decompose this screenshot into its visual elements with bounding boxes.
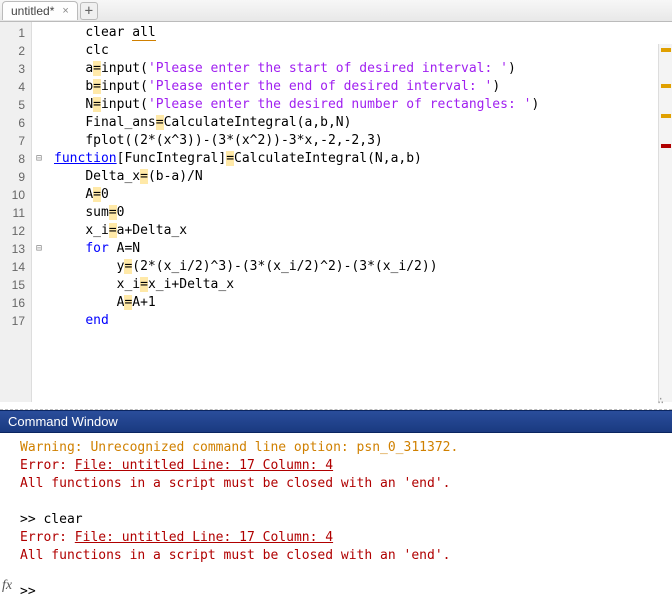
line-number: 2 — [0, 42, 25, 60]
lint-marker-warn[interactable] — [661, 84, 671, 88]
code-line[interactable]: x_i=a+Delta_x — [54, 222, 672, 240]
fold-spacer — [32, 312, 46, 330]
line-number: 17 — [0, 312, 25, 330]
close-icon[interactable]: × — [60, 5, 70, 17]
fold-spacer — [32, 96, 46, 114]
line-number: 3 — [0, 60, 25, 78]
console-line: Error: File: untitled Line: 17 Column: 4 — [20, 529, 668, 547]
fold-spacer — [32, 42, 46, 60]
line-number: 16 — [0, 294, 25, 312]
line-number: 7 — [0, 132, 25, 150]
code-line[interactable]: for A=N — [54, 240, 672, 258]
fold-column: ⊟⊟ — [32, 22, 46, 402]
line-number: 5 — [0, 96, 25, 114]
console-line: >> — [20, 583, 668, 601]
line-number: 4 — [0, 78, 25, 96]
line-number: 13 — [0, 240, 25, 258]
error-link[interactable]: File: untitled Line: 17 Column: 4 — [75, 530, 333, 545]
code-line[interactable]: clc — [54, 42, 672, 60]
code-line[interactable]: a=input('Please enter the start of desir… — [54, 60, 672, 78]
fold-spacer — [32, 204, 46, 222]
line-number: 10 — [0, 186, 25, 204]
code-line[interactable]: Delta_x=(b-a)/N — [54, 168, 672, 186]
fold-spacer — [32, 276, 46, 294]
code-line[interactable]: y=(2*(x_i/2)^3)-(3*(x_i/2)^2)-(3*(x_i/2)… — [54, 258, 672, 276]
fold-spacer — [32, 258, 46, 276]
fx-icon[interactable]: fx — [2, 577, 12, 595]
line-number: 15 — [0, 276, 25, 294]
fold-spacer — [32, 294, 46, 312]
fold-spacer — [32, 186, 46, 204]
fold-spacer — [32, 222, 46, 240]
editor-tab-untitled[interactable]: untitled* × — [2, 1, 78, 20]
fold-spacer — [32, 132, 46, 150]
line-number: 6 — [0, 114, 25, 132]
command-window[interactable]: fx Warning: Unrecognized command line op… — [0, 433, 672, 603]
line-number: 11 — [0, 204, 25, 222]
command-window-header[interactable]: Command Window — [0, 410, 672, 433]
fold-spacer — [32, 78, 46, 96]
line-number: 8 — [0, 150, 25, 168]
code-line[interactable]: N=input('Please enter the desired number… — [54, 96, 672, 114]
code-line[interactable]: sum=0 — [54, 204, 672, 222]
console-line: Warning: Unrecognized command line optio… — [20, 439, 668, 457]
line-number-gutter: 1234567891011121314151617 — [0, 22, 32, 402]
console-line: Error: File: untitled Line: 17 Column: 4 — [20, 457, 668, 475]
code-line[interactable]: b=input('Please enter the end of desired… — [54, 78, 672, 96]
pane-splitter[interactable]: ∴ — [0, 402, 672, 410]
add-tab-button[interactable]: + — [80, 2, 98, 20]
error-link[interactable]: File: untitled Line: 17 Column: 4 — [75, 458, 333, 473]
fold-toggle-icon[interactable]: ⊟ — [32, 240, 46, 258]
console-line — [20, 493, 668, 511]
fold-spacer — [32, 168, 46, 186]
console-line — [20, 565, 668, 583]
lint-marker-error[interactable] — [661, 144, 671, 148]
console-line: All functions in a script must be closed… — [20, 547, 668, 565]
code-line[interactable]: A=0 — [54, 186, 672, 204]
code-line[interactable]: x_i=x_i+Delta_x — [54, 276, 672, 294]
tab-title: untitled* — [11, 4, 54, 18]
line-number: 14 — [0, 258, 25, 276]
command-window-title: Command Window — [8, 414, 118, 429]
fold-toggle-icon[interactable]: ⊟ — [32, 150, 46, 168]
code-line[interactable]: fplot((2*(x^3))-(3*(x^2))-3*x,-2,-2,3) — [54, 132, 672, 150]
lint-marker-warn[interactable] — [661, 114, 671, 118]
grip-icon: ∴ — [657, 394, 662, 407]
line-number: 9 — [0, 168, 25, 186]
code-editor[interactable]: 1234567891011121314151617 ⊟⊟ clear all c… — [0, 22, 672, 402]
console-line: All functions in a script must be closed… — [20, 475, 668, 493]
line-number: 12 — [0, 222, 25, 240]
editor-scrollbar[interactable] — [658, 44, 672, 402]
code-line[interactable]: end — [54, 312, 672, 330]
console-line: >> clear — [20, 511, 668, 529]
fold-spacer — [32, 114, 46, 132]
line-number: 1 — [0, 24, 25, 42]
code-area[interactable]: clear all clc a=input('Please enter the … — [46, 22, 672, 402]
lint-marker-warn[interactable] — [661, 48, 671, 52]
fold-spacer — [32, 24, 46, 42]
code-line[interactable]: Final_ans=CalculateIntegral(a,b,N) — [54, 114, 672, 132]
code-line[interactable]: function[FuncIntegral]=CalculateIntegral… — [54, 150, 672, 168]
code-line[interactable]: A=A+1 — [54, 294, 672, 312]
plus-icon: + — [85, 3, 93, 19]
code-line[interactable]: clear all — [54, 24, 672, 42]
editor-tabbar: untitled* × + — [0, 0, 672, 22]
fold-spacer — [32, 60, 46, 78]
